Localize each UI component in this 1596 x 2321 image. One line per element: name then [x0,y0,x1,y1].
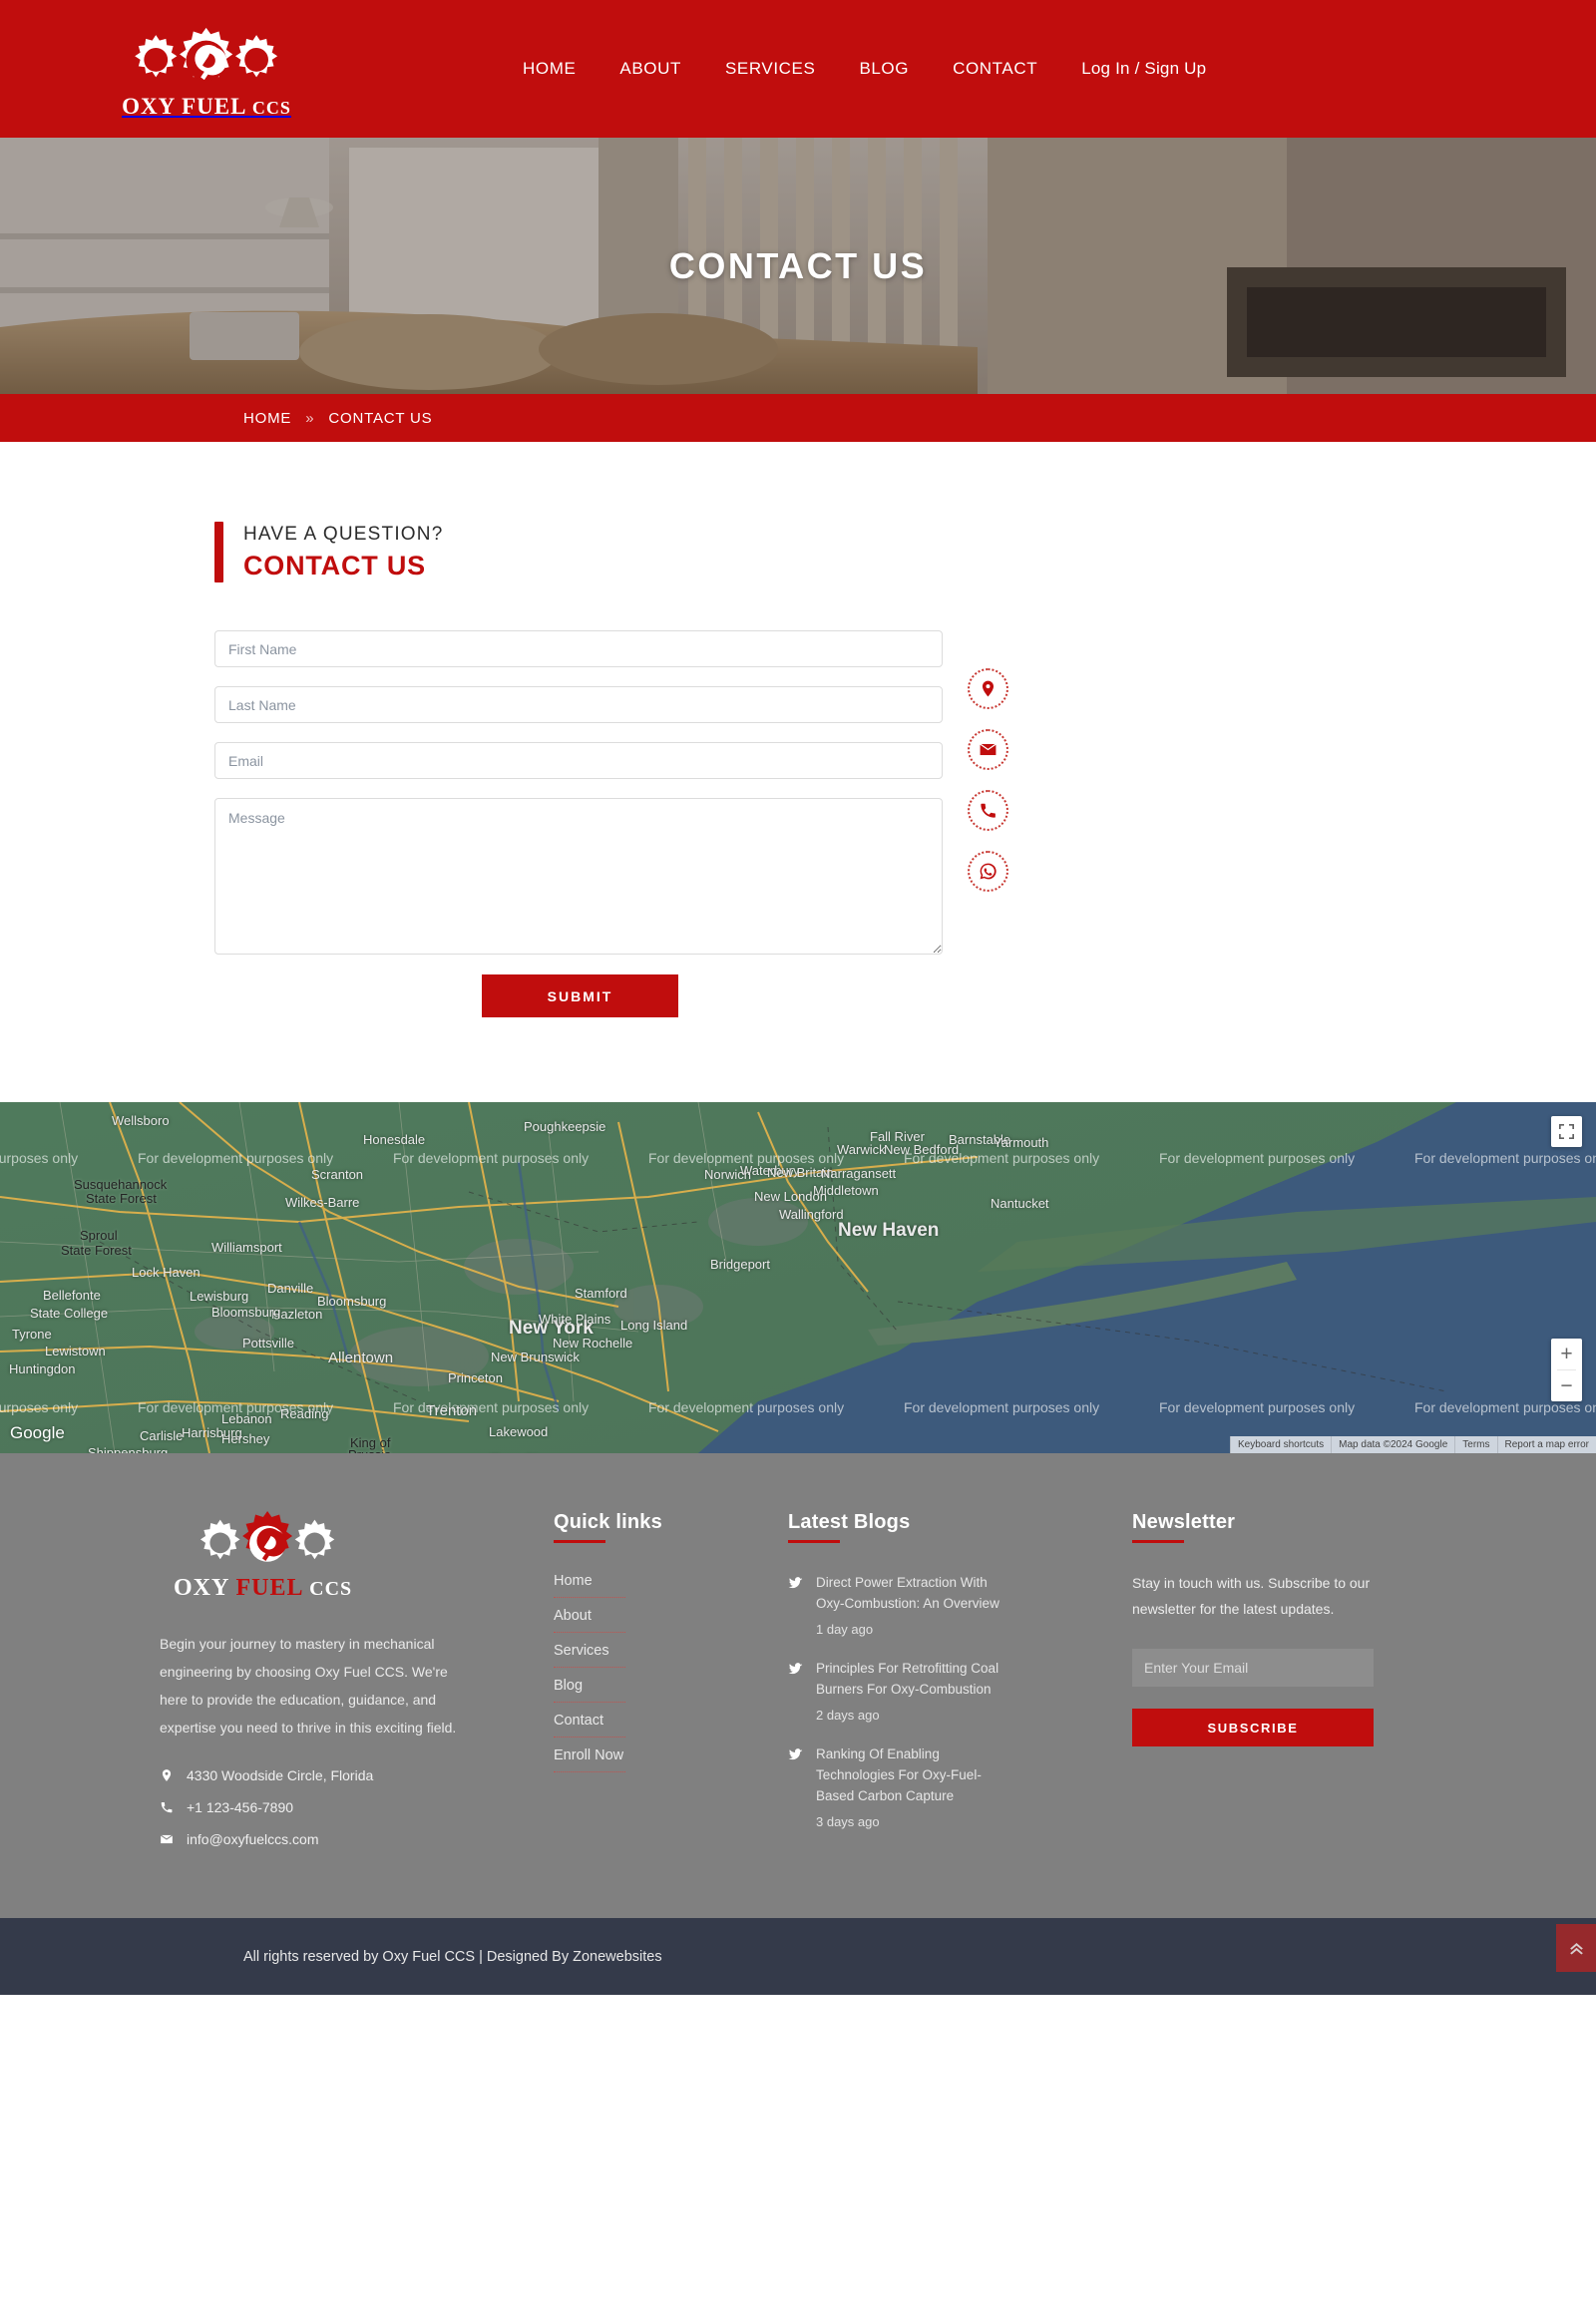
site-header: OXY FUEL CCS HOME ABOUT SERVICES BLOG CO… [0,0,1596,138]
page-title: CONTACT US [668,244,928,286]
footer-address-row: 4330 Woodside Circle, Florida [160,1767,499,1783]
blog-list-item[interactable]: Principles For Retrofitting Coal Burners… [788,1659,1077,1723]
nav-services[interactable]: SERVICES [703,59,837,79]
footer-blogs-column: Latest Blogs Direct Power Extraction Wit… [788,1511,1077,1863]
footer-link-blog[interactable]: Blog [554,1678,625,1704]
map-report-error-link[interactable]: Report a map error [1496,1436,1596,1454]
latest-blogs-list: Direct Power Extraction With Oxy-Combust… [788,1573,1077,1829]
twitter-bird-icon [788,1577,803,1589]
contact-form-row: SUBMIT [214,630,1382,1018]
nav-login-signup[interactable]: Log In / Sign Up [1059,59,1228,79]
quick-links-list: Home About Services Blog Contact Enroll … [554,1573,625,1773]
breadcrumb: HOME » CONTACT US [243,410,432,427]
section-eyebrow: HAVE A QUESTION? [243,524,444,545]
location-pin-icon [162,1769,172,1782]
map-attribution: Keyboard shortcuts Map data ©2024 Google… [1229,1436,1596,1454]
newsletter-title: Newsletter [1132,1511,1411,1544]
footer-link-enroll-now[interactable]: Enroll Now [554,1747,625,1773]
footer-address: 4330 Woodside Circle, Florida [187,1767,374,1784]
map-zoom-controls: + − [1551,1339,1582,1402]
map-zoom-in-button[interactable]: + [1551,1339,1582,1369]
footer-quicklinks-column: Quick links Home About Services Blog Con… [554,1511,733,1863]
gears-wrench-icon [135,27,278,81]
whatsapp-icon[interactable] [968,851,1008,893]
map-tiles [0,1102,1596,1454]
footer-email-row: info@oxyfuelccs.com [160,1831,499,1847]
latest-blogs-title: Latest Blogs [788,1511,1077,1544]
footer-logo-wordmark: OXY FUEL CCS [174,1575,353,1602]
blog-title[interactable]: Ranking Of Enabling Technologies For Oxy… [816,1744,1015,1807]
subscribe-button[interactable]: SUBSCRIBE [1132,1709,1374,1747]
heading-accent-bar [214,522,223,583]
double-chevron-up-icon [1569,1942,1583,1955]
map-zoom-out-button[interactable]: − [1551,1370,1582,1401]
phone-icon [161,1802,173,1813]
footer-newsletter-column: Newsletter Stay in touch with us. Subscr… [1132,1511,1411,1863]
footer-email[interactable]: info@oxyfuelccs.com [187,1831,318,1847]
contact-section: HAVE A QUESTION? CONTACT US SUBMIT [0,442,1596,1103]
last-name-input[interactable] [214,686,943,724]
newsletter-email-input[interactable] [1132,1649,1374,1688]
nav-home[interactable]: HOME [501,59,598,79]
message-textarea[interactable] [214,798,943,956]
first-name-input[interactable] [214,630,943,668]
breadcrumb-home[interactable]: HOME [243,410,291,427]
nav-about[interactable]: ABOUT [598,59,703,79]
blog-title[interactable]: Principles For Retrofitting Coal Burners… [816,1659,1015,1701]
email-input[interactable] [214,742,943,780]
footer-phone-row: +1 123-456-7890 [160,1799,499,1815]
main-navigation: HOME ABOUT SERVICES BLOG CONTACT Log In … [501,59,1228,79]
footer-link-about[interactable]: About [554,1608,625,1634]
quick-links-title: Quick links [554,1511,733,1544]
contact-form: SUBMIT [214,630,943,1018]
nav-contact[interactable]: CONTACT [931,59,1059,79]
section-heading: HAVE A QUESTION? CONTACT US [214,522,1382,583]
twitter-bird-icon [788,1748,803,1760]
fullscreen-icon [1559,1124,1574,1140]
scroll-to-top-button[interactable] [1556,1924,1596,1973]
copyright-text: All rights reserved by Oxy Fuel CCS | De… [243,1948,662,1965]
map-terms-link[interactable]: Terms [1454,1436,1497,1454]
blog-timestamp: 1 day ago [816,1622,874,1638]
logo-wordmark: OXY FUEL CCS [122,94,291,119]
envelope-icon[interactable] [968,729,1008,771]
blog-list-item[interactable]: Ranking Of Enabling Technologies For Oxy… [788,1744,1077,1829]
google-map[interactable]: For development purposes only For develo… [0,1102,1596,1454]
blog-timestamp: 3 days ago [816,1813,880,1829]
copyright-bar: All rights reserved by Oxy Fuel CCS | De… [0,1918,1596,1996]
footer-phone[interactable]: +1 123-456-7890 [187,1799,293,1815]
breadcrumb-separator: » [305,409,315,427]
contact-side-icons [968,630,1008,1017]
blog-title[interactable]: Direct Power Extraction With Oxy-Combust… [816,1573,1015,1615]
site-logo[interactable]: OXY FUEL CCS [112,18,301,120]
location-pin-icon[interactable] [968,668,1008,710]
footer-gears-wrench-icon [200,1511,335,1563]
site-footer: OXY FUEL CCS Begin your journey to maste… [0,1453,1596,1919]
nav-blog[interactable]: BLOG [837,59,931,79]
phone-icon[interactable] [968,790,1008,832]
map-keyboard-shortcuts-link[interactable]: Keyboard shortcuts [1229,1436,1332,1454]
map-data-credit: Map data ©2024 Google [1331,1436,1455,1454]
breadcrumb-bar: HOME » CONTACT US [0,394,1596,442]
twitter-bird-icon [788,1663,803,1675]
footer-link-home[interactable]: Home [554,1573,625,1599]
submit-button[interactable]: SUBMIT [482,974,678,1018]
blog-list-item[interactable]: Direct Power Extraction With Oxy-Combust… [788,1573,1077,1637]
footer-contact-list: 4330 Woodside Circle, Florida +1 123-456… [160,1767,499,1847]
section-title: CONTACT US [243,550,426,580]
page-root: OXY FUEL CCS HOME ABOUT SERVICES BLOG CO… [0,0,1596,1996]
footer-about-text: Begin your journey to mastery in mechani… [160,1636,457,1737]
hero-banner: CONTACT US [0,138,1596,394]
map-fullscreen-button[interactable] [1551,1116,1582,1148]
footer-link-services[interactable]: Services [554,1643,625,1669]
breadcrumb-current: CONTACT US [328,409,433,427]
footer-link-contact[interactable]: Contact [554,1713,625,1739]
google-logo: Google [10,1423,65,1443]
envelope-icon [160,1834,174,1844]
blog-timestamp: 2 days ago [816,1708,880,1724]
footer-about-column: OXY FUEL CCS Begin your journey to maste… [160,1511,499,1863]
newsletter-description: Stay in touch with us. Subscribe to our … [1132,1575,1371,1618]
